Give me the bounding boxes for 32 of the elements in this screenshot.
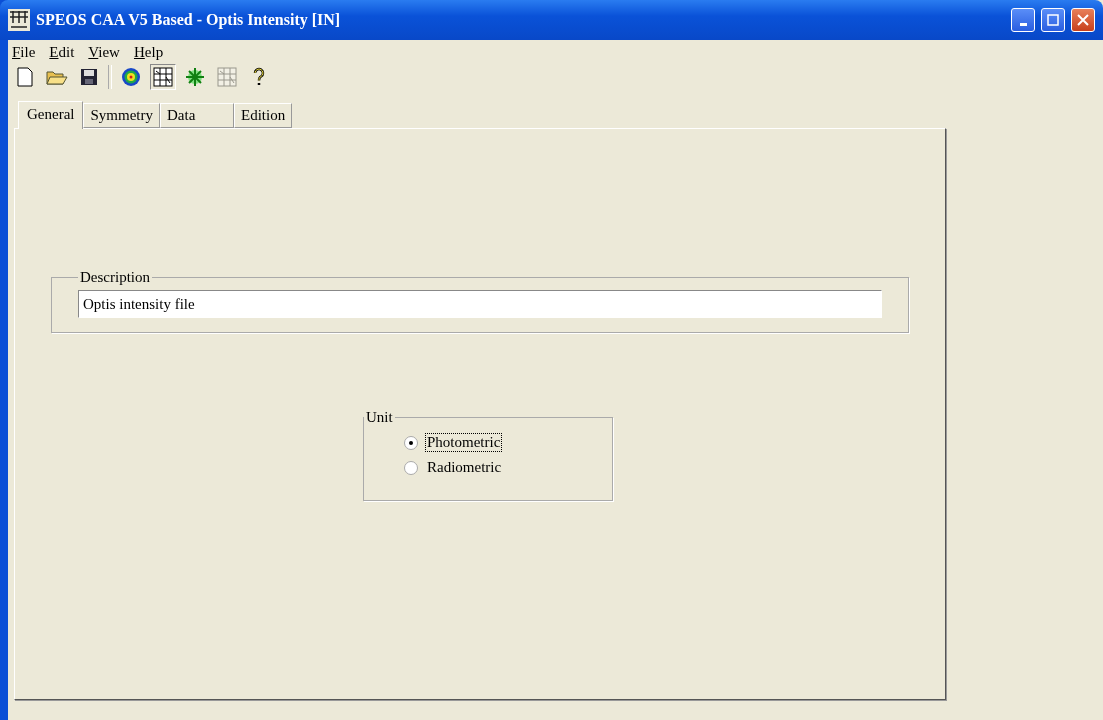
target-icon xyxy=(121,67,141,87)
help-icon xyxy=(252,67,266,87)
radio-label[interactable]: Photometric xyxy=(426,434,502,451)
tab[interactable]: Data xyxy=(159,103,234,128)
menu-item[interactable]: File xyxy=(12,44,36,61)
tab[interactable]: General xyxy=(18,101,84,129)
menu-item[interactable]: View xyxy=(88,44,120,61)
menu-item[interactable]: Edit xyxy=(49,44,75,61)
maximize-icon xyxy=(1047,14,1059,26)
maximize-button[interactable] xyxy=(1041,8,1065,32)
group-legend: Unit xyxy=(364,409,395,426)
window-title: SPEOS CAA V5 Based - Optis Intensity [IN] xyxy=(36,11,342,29)
radio-button[interactable] xyxy=(404,435,418,450)
new-file-icon xyxy=(17,67,33,87)
asterisk-icon xyxy=(185,67,205,87)
tab[interactable]: Edition xyxy=(233,103,293,128)
close-icon xyxy=(1077,14,1089,26)
menu-item[interactable]: Help xyxy=(133,44,164,61)
folder-icon xyxy=(46,68,68,86)
app-logo-icon xyxy=(8,9,30,31)
grid-icon xyxy=(217,67,237,87)
close-button[interactable] xyxy=(1071,8,1095,32)
minimize-icon xyxy=(1019,22,1027,26)
grid-icon xyxy=(153,67,173,87)
radio-button[interactable] xyxy=(404,460,418,475)
radio-label[interactable]: Radiometric xyxy=(426,459,503,476)
group-legend: Description xyxy=(78,269,152,286)
tab[interactable]: Symmetry xyxy=(83,103,160,128)
minimize-button[interactable] xyxy=(1011,8,1035,32)
description-field[interactable]: Optis intensity file xyxy=(78,290,882,318)
toolbar-button[interactable] xyxy=(150,64,176,90)
radio-dot-icon xyxy=(409,440,413,445)
